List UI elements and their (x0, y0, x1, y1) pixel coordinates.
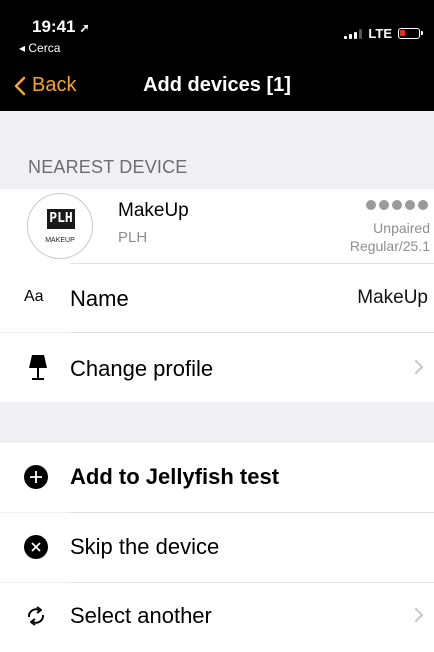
back-label: Back (32, 74, 77, 96)
signal-dot (379, 200, 389, 210)
divider (70, 263, 434, 264)
signal-dot (392, 200, 402, 210)
chevron-left-icon (14, 76, 26, 95)
status-indicators: LTE (344, 26, 423, 41)
chevron-right-icon (415, 608, 424, 622)
device-brand: PLH (118, 229, 148, 246)
device-logo: PLH (47, 209, 75, 229)
add-circle-icon (24, 465, 48, 489)
signal-strength-dots (366, 200, 428, 210)
change-profile-label: Change profile (70, 356, 214, 381)
add-to-group-label: Add to Jellyfish test (70, 464, 280, 489)
divider (70, 512, 434, 513)
text-format-icon: Aa (24, 288, 44, 305)
select-another-label: Select another (70, 603, 212, 628)
skip-device-label: Skip the device (70, 534, 220, 559)
device-status: Unpaired (373, 220, 430, 236)
close-circle-icon (24, 535, 48, 559)
cellular-signal-icon (344, 28, 363, 39)
device-firmware: Regular/25.1 (349, 238, 430, 254)
signal-dot (405, 200, 415, 210)
section-spacer (0, 402, 434, 443)
divider (70, 332, 434, 333)
location-arrow-icon: ➚ (79, 21, 90, 35)
battery-icon (398, 28, 423, 39)
navigation-bar: 19:41 ➚ ◂ Cerca LTE Back Add devices [1] (0, 0, 434, 111)
device-avatar: PLH MAKEUP (27, 193, 93, 259)
change-profile-row[interactable] (0, 333, 434, 402)
back-button[interactable]: Back (14, 74, 76, 97)
refresh-icon (27, 606, 45, 626)
name-row-value[interactable]: MakeUp (357, 287, 428, 309)
network-type: LTE (368, 26, 392, 41)
signal-dot (418, 200, 428, 210)
name-row-label: Name (70, 286, 129, 311)
select-another-row[interactable] (0, 583, 434, 652)
status-time: 19:41 ➚ (32, 17, 90, 36)
divider (70, 582, 434, 583)
chevron-right-icon (415, 360, 424, 374)
device-logo-caption: MAKEUP (45, 237, 75, 244)
lamp-icon (29, 355, 47, 380)
section-header: NEAREST DEVICE (28, 157, 188, 177)
status-back-to-app[interactable]: ◂ Cerca (19, 41, 60, 55)
device-name: MakeUp (118, 200, 189, 221)
signal-dot (366, 200, 376, 210)
